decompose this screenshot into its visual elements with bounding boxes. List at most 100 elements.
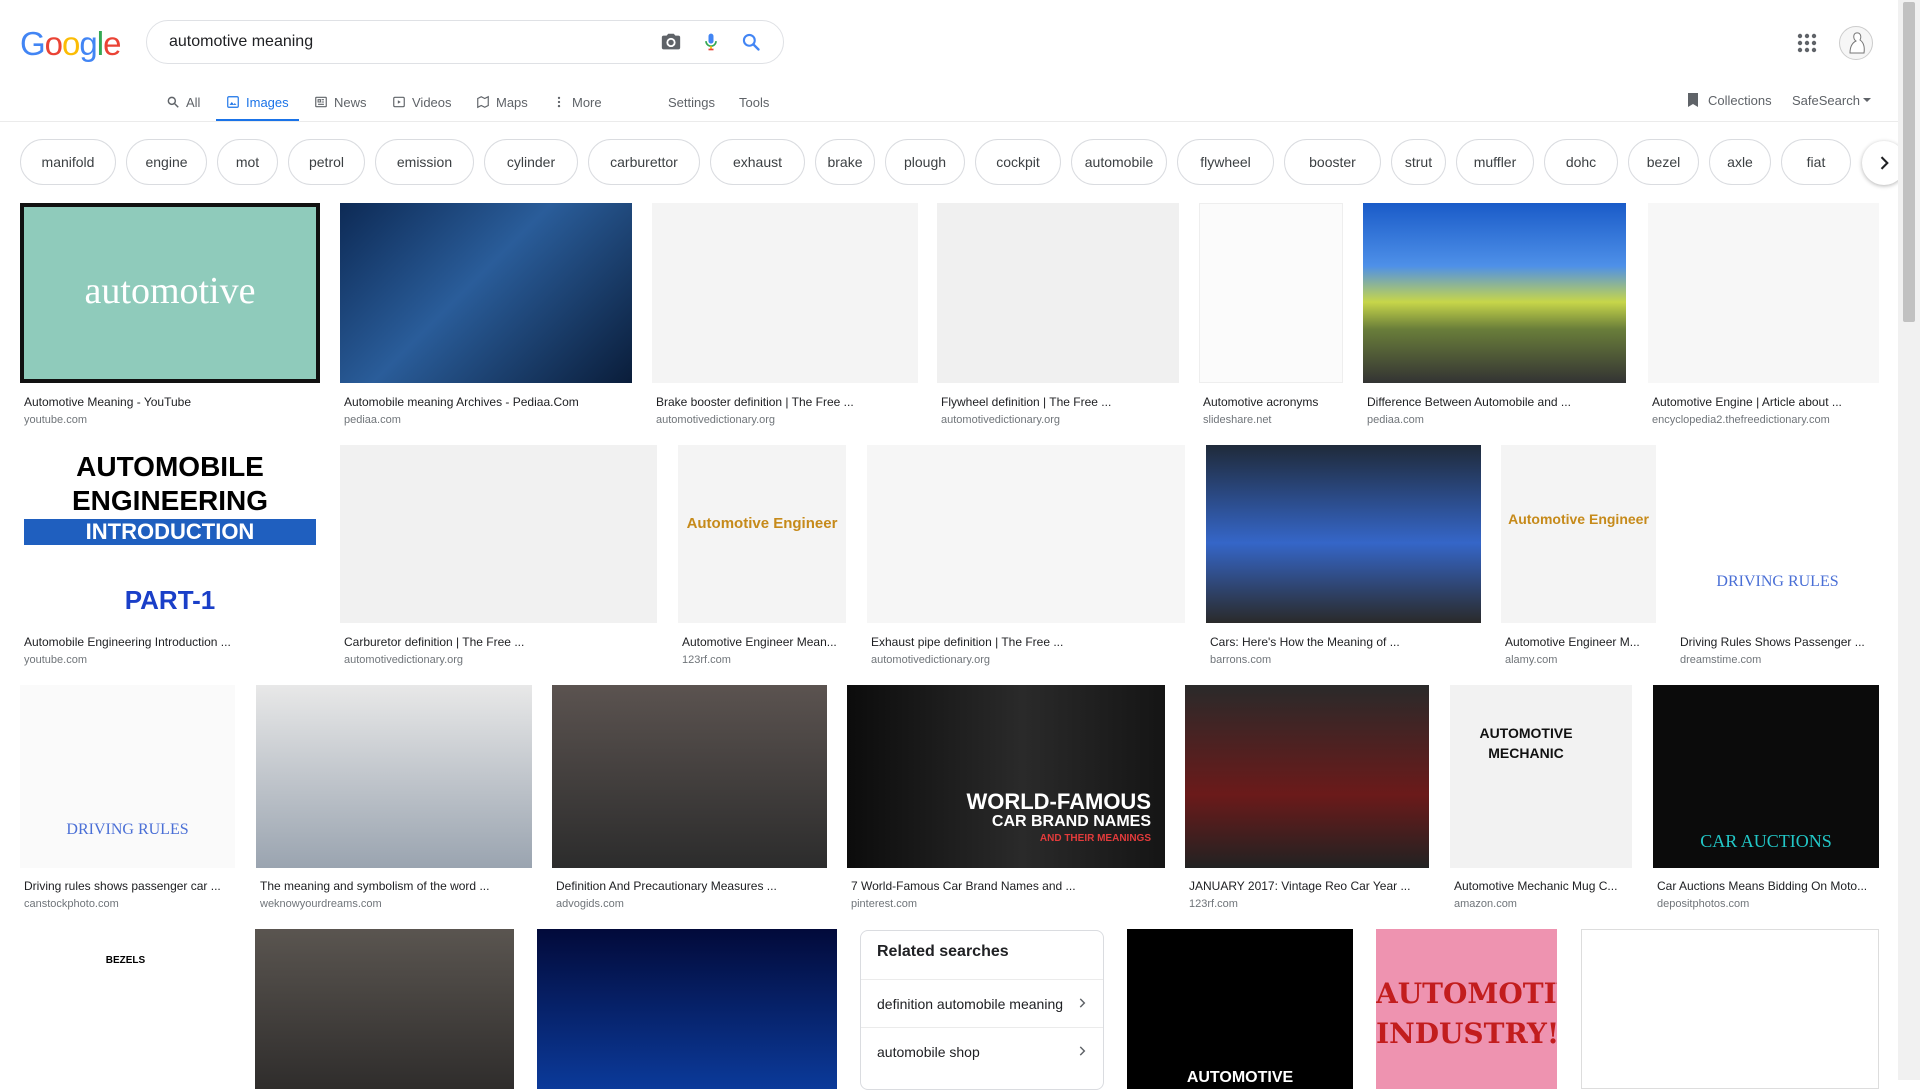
result-caption[interactable]: Automotive acronyms [1203, 395, 1339, 409]
chip-mot[interactable]: mot [217, 139, 278, 185]
image-result-tile[interactable]: automotive Automotive Meaning - YouTube yo… [20, 203, 320, 430]
tab-videos[interactable]: Videos [392, 82, 452, 122]
result-caption[interactable]: Automotive Mechanic Mug C... [1454, 879, 1628, 893]
chip-engine[interactable]: engine [126, 139, 207, 185]
result-thumbnail[interactable] [1199, 203, 1343, 383]
result-caption[interactable]: JANUARY 2017: Vintage Reo Car Year ... [1189, 879, 1425, 893]
camera-icon[interactable] [651, 22, 691, 62]
mic-icon[interactable] [691, 22, 731, 62]
result-thumbnail[interactable] [1581, 929, 1879, 1089]
image-result-tile[interactable]: JANUARY 2017: Vintage Reo Car Year ... 12… [1185, 685, 1429, 914]
chip-carburettor[interactable]: carburettor [588, 139, 700, 185]
google-logo[interactable]: Google [20, 25, 121, 62]
result-caption[interactable]: Automotive Engine | Article about ... [1652, 395, 1875, 409]
image-result-tile[interactable] [1581, 929, 1879, 1089]
chip-plough[interactable]: plough [885, 139, 965, 185]
chip-exhaust[interactable]: exhaust [710, 139, 805, 185]
image-result-tile[interactable]: Automotive Engineer Automotive Engineer M… [1501, 445, 1656, 670]
result-caption[interactable]: Automobile meaning Archives - Pediaa.Com [344, 395, 628, 409]
account-avatar[interactable] [1839, 26, 1873, 60]
safesearch-dropdown[interactable]: SafeSearch [1792, 82, 1872, 118]
image-result-tile[interactable]: Automotive Engine | Article about ... enc… [1648, 203, 1879, 430]
result-caption[interactable]: Carburetor definition | The Free ... [344, 635, 653, 649]
result-thumbnail[interactable] [340, 445, 657, 623]
chip-muffler[interactable]: muffler [1456, 139, 1534, 185]
image-result-tile[interactable] [255, 929, 514, 1089]
image-result-tile[interactable]: Flywheel definition | The Free ... automo… [937, 203, 1179, 430]
result-thumbnail[interactable]: AUTOMOBILE ENGINEERING INTRODUCTION PART-1 [20, 445, 320, 623]
result-thumbnail[interactable]: CAR AUCTIONS [1653, 685, 1879, 868]
image-result-tile[interactable] [537, 929, 837, 1089]
chip-cockpit[interactable]: cockpit [975, 139, 1061, 185]
chip-cylinder[interactable]: cylinder [484, 139, 578, 185]
chip-manifold[interactable]: manifold [20, 139, 116, 185]
apps-grid-icon[interactable] [1795, 31, 1819, 55]
result-thumbnail[interactable] [552, 685, 827, 868]
result-thumbnail[interactable]: BEZELS [20, 929, 231, 1089]
result-caption[interactable]: Brake booster definition | The Free ... [656, 395, 914, 409]
related-search-item[interactable]: definition automobile meaning [861, 979, 1103, 1027]
result-thumbnail[interactable]: AUTOMOTIVE [1127, 929, 1353, 1089]
result-thumbnail[interactable] [256, 685, 532, 868]
image-result-tile[interactable]: AUTOMOBILE ENGINEERING INTRODUCTION PART-1 A… [20, 445, 320, 670]
scrollbar-thumb[interactable] [1903, 2, 1915, 322]
tab-images[interactable]: Images [216, 82, 299, 122]
result-thumbnail[interactable] [652, 203, 918, 383]
result-thumbnail[interactable] [1206, 445, 1481, 623]
result-caption[interactable]: Exhaust pipe definition | The Free ... [871, 635, 1181, 649]
chip-bezel[interactable]: bezel [1628, 139, 1699, 185]
chip-petrol[interactable]: petrol [288, 139, 365, 185]
result-thumbnail[interactable] [340, 203, 632, 383]
result-thumbnail[interactable]: DRIVING RULES [1676, 445, 1879, 623]
result-caption[interactable]: Automotive Meaning - YouTube [24, 395, 316, 409]
chip-automobile[interactable]: automobile [1071, 139, 1167, 185]
image-result-tile[interactable]: CAR AUCTIONS Car Auctions Means Bidding O… [1653, 685, 1879, 914]
result-caption[interactable]: 7 World-Famous Car Brand Names and ... [851, 879, 1161, 893]
tab-all[interactable]: All [166, 82, 200, 122]
result-thumbnail[interactable] [937, 203, 1179, 383]
result-caption[interactable]: Driving rules shows passenger car ... [24, 879, 231, 893]
image-result-tile[interactable]: Exhaust pipe definition | The Free ... au… [867, 445, 1185, 670]
result-caption[interactable]: The meaning and symbolism of the word ..… [260, 879, 528, 893]
result-thumbnail[interactable] [867, 445, 1185, 623]
image-result-tile[interactable]: Carburetor definition | The Free ... auto… [340, 445, 657, 670]
result-thumbnail[interactable]: DRIVING RULES [20, 685, 235, 868]
search-input[interactable] [167, 32, 651, 52]
result-caption[interactable]: Definition And Precautionary Measures ..… [556, 879, 823, 893]
result-caption[interactable]: Cars: Here's How the Meaning of ... [1210, 635, 1477, 649]
tab-news[interactable]: News [314, 82, 367, 122]
collections-link[interactable]: Collections [1686, 82, 1772, 118]
chip-brake[interactable]: brake [815, 139, 875, 185]
tools-link[interactable]: Tools [739, 82, 769, 122]
image-result-tile[interactable]: BEZELS [20, 929, 231, 1089]
image-result-tile[interactable]: Automotive acronyms slideshare.net [1199, 203, 1343, 430]
result-thumbnail[interactable]: automotive [20, 203, 320, 383]
image-result-tile[interactable]: WORLD-FAMOUS CAR BRAND NAMES AND THEIR MEA… [847, 685, 1165, 914]
result-caption[interactable]: Driving Rules Shows Passenger ... [1680, 635, 1875, 649]
chip-dohc[interactable]: dohc [1544, 139, 1618, 185]
image-result-tile[interactable]: Brake booster definition | The Free ... a… [652, 203, 918, 430]
result-thumbnail[interactable] [1185, 685, 1429, 868]
search-icon[interactable] [731, 22, 771, 62]
chip-booster[interactable]: booster [1284, 139, 1381, 185]
result-caption[interactable]: Car Auctions Means Bidding On Moto... [1657, 879, 1875, 893]
result-caption[interactable]: Automobile Engineering Introduction ... [24, 635, 316, 649]
result-caption[interactable]: Difference Between Automobile and ... [1367, 395, 1622, 409]
chip-fiat[interactable]: fiat [1781, 139, 1851, 185]
image-result-tile[interactable]: DRIVING RULES Driving rules shows passeng… [20, 685, 235, 914]
image-result-tile[interactable]: AUTOMOTIVE MECHANIC Automotive Mechanic Mu… [1450, 685, 1632, 914]
image-result-tile[interactable]: AUTOMOTIVE INDUSTRY! [1376, 929, 1557, 1089]
result-thumbnail[interactable]: AUTOMOTIVE INDUSTRY! [1376, 929, 1557, 1089]
image-result-tile[interactable]: The meaning and symbolism of the word ..… [256, 685, 532, 914]
chip-strut[interactable]: strut [1391, 139, 1446, 185]
result-thumbnail[interactable] [537, 929, 837, 1089]
settings-link[interactable]: Settings [668, 82, 715, 122]
result-thumbnail[interactable]: Automotive Engineer [1501, 445, 1656, 623]
image-result-tile[interactable]: Difference Between Automobile and ... ped… [1363, 203, 1626, 430]
chip-flywheel[interactable]: flywheel [1177, 139, 1274, 185]
image-result-tile[interactable]: Automobile meaning Archives - Pediaa.Com… [340, 203, 632, 430]
result-caption[interactable]: Automotive Engineer M... [1505, 635, 1652, 649]
result-thumbnail[interactable]: Automotive Engineer [678, 445, 846, 623]
image-result-tile[interactable]: AUTOMOTIVE [1127, 929, 1353, 1089]
chip-axle[interactable]: axle [1709, 139, 1771, 185]
